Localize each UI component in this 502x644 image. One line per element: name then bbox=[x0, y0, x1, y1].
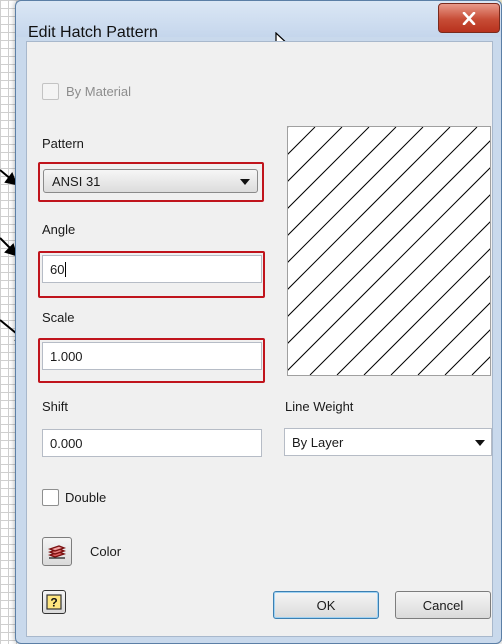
by-material-label: By Material bbox=[66, 84, 132, 99]
hatch-line bbox=[363, 248, 490, 375]
shift-input[interactable]: 0.000 bbox=[42, 429, 262, 457]
title-bar[interactable]: Edit Hatch Pattern bbox=[16, 1, 501, 41]
hatch-line bbox=[309, 194, 490, 375]
hatch-line bbox=[288, 127, 478, 317]
pattern-label: Pattern bbox=[42, 136, 84, 151]
hatch-line bbox=[288, 127, 451, 290]
hatch-lines bbox=[288, 127, 490, 375]
hatch-line bbox=[288, 127, 343, 182]
color-label: Color bbox=[90, 544, 122, 559]
dialog-body: By Material Pattern ANSI 31 Angle 60 Sca… bbox=[26, 41, 493, 637]
svg-text:?: ? bbox=[50, 596, 57, 610]
color-layers-icon bbox=[47, 544, 67, 559]
line-weight-value: By Layer bbox=[292, 434, 344, 450]
angle-highlight-box bbox=[38, 251, 265, 298]
hatch-line bbox=[288, 127, 370, 209]
scale-label: Scale bbox=[42, 310, 75, 325]
line-weight-dropdown[interactable]: By Layer bbox=[284, 428, 492, 456]
color-button[interactable] bbox=[42, 537, 72, 566]
scale-highlight-box bbox=[38, 338, 265, 383]
close-x-icon bbox=[462, 11, 476, 25]
close-button[interactable] bbox=[438, 3, 500, 33]
dialog-title: Edit Hatch Pattern bbox=[28, 24, 158, 41]
by-material-checkbox[interactable] bbox=[42, 83, 59, 100]
shift-value: 0.000 bbox=[50, 435, 83, 451]
double-label: Double bbox=[65, 490, 107, 505]
cancel-button[interactable]: Cancel bbox=[395, 591, 491, 619]
chevron-down-icon bbox=[475, 440, 485, 446]
hatch-line bbox=[288, 127, 424, 263]
pattern-highlight-box bbox=[38, 162, 264, 202]
hatch-line bbox=[288, 140, 490, 344]
help-question-icon: ? bbox=[46, 594, 62, 610]
hatch-preview bbox=[287, 126, 491, 376]
double-checkbox[interactable] bbox=[42, 489, 59, 506]
ok-button[interactable]: OK bbox=[273, 591, 379, 619]
help-button[interactable]: ? bbox=[42, 590, 66, 614]
hatch-line bbox=[288, 167, 490, 371]
hatch-line bbox=[288, 127, 316, 155]
edit-hatch-pattern-dialog: Edit Hatch Pattern By Material Pattern A… bbox=[15, 0, 502, 644]
shift-label: Shift bbox=[42, 399, 69, 414]
line-weight-label: Line Weight bbox=[285, 399, 354, 414]
angle-label: Angle bbox=[42, 222, 76, 237]
